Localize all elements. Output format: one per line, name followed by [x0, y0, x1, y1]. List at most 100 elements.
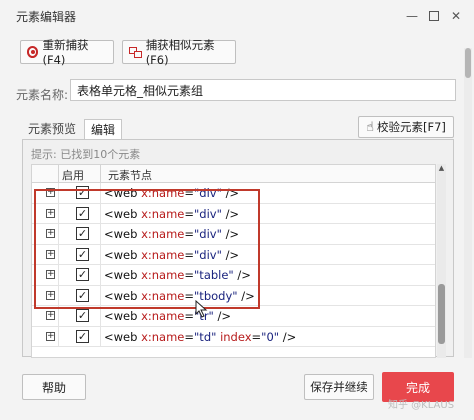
- node-tag: <web: [104, 268, 138, 282]
- expand-icon[interactable]: +: [46, 290, 55, 300]
- enable-checkbox[interactable]: ✓: [76, 288, 89, 302]
- row-separator: [58, 306, 59, 326]
- row-separator: [100, 244, 101, 264]
- save-continue-button[interactable]: 保存并继续: [304, 374, 374, 400]
- row-separator: [100, 306, 101, 326]
- title-bar: 元素编辑器 — ✕: [0, 0, 474, 32]
- tab-edit[interactable]: 编辑: [84, 119, 123, 139]
- element-node: <web x:name="tr" />: [104, 309, 232, 323]
- expand-icon[interactable]: +: [46, 249, 55, 259]
- row-separator: [58, 326, 59, 346]
- hand-pointer-icon: ☝: [366, 119, 374, 135]
- expand-icon[interactable]: +: [46, 311, 55, 320]
- table-row[interactable]: + ✓ <web x:name="div" />: [32, 183, 435, 204]
- minimize-icon[interactable]: —: [402, 6, 422, 26]
- table-row[interactable]: + ✓ <web x:name="tbody" />: [32, 285, 435, 306]
- node-value: "div": [194, 206, 222, 221]
- row-separator: [100, 285, 101, 305]
- node-tag: <web: [104, 329, 138, 344]
- table-row[interactable]: + ✓ <web x:name="div" />: [32, 224, 435, 245]
- expand-icon[interactable]: +: [46, 331, 55, 341]
- capture-similar-button[interactable]: 捕获相似元素(F6): [122, 38, 236, 67]
- table-row[interactable]: + ✓ <web x:name="div" />: [32, 203, 435, 224]
- node-value: "div": [194, 186, 222, 200]
- table-row[interactable]: + ✓ <web x:name="td" index="0" />: [32, 326, 435, 347]
- scroll-up-icon[interactable]: ▲: [437, 164, 446, 173]
- close-icon[interactable]: ✕: [446, 6, 466, 26]
- verify-element-label: 校验元素[F7]: [377, 120, 446, 134]
- node-value: "div": [194, 227, 222, 241]
- node-tag: <web: [104, 206, 138, 221]
- column-enabled[interactable]: 启用: [62, 167, 84, 183]
- node-tag: <web: [104, 288, 138, 303]
- enable-checkbox[interactable]: ✓: [76, 227, 89, 240]
- expand-icon[interactable]: +: [46, 270, 55, 279]
- mouse-cursor-icon: [195, 300, 208, 318]
- verify-element-button[interactable]: ☝ 校验元素[F7]: [358, 116, 454, 138]
- recapture-button[interactable]: 重新捕获(F4): [20, 38, 114, 67]
- node-close: />: [217, 309, 232, 323]
- node-tag: <web: [104, 309, 138, 323]
- expand-icon[interactable]: +: [46, 229, 55, 238]
- node-close: />: [282, 329, 297, 344]
- table-row[interactable]: + ✓ <web x:name="div" />: [32, 244, 435, 265]
- enable-checkbox[interactable]: ✓: [76, 268, 89, 281]
- enable-checkbox[interactable]: ✓: [76, 329, 89, 343]
- element-name-input[interactable]: [70, 79, 456, 101]
- row-separator: [58, 224, 59, 244]
- expand-icon[interactable]: +: [46, 208, 55, 218]
- node-tag: <web: [104, 186, 138, 200]
- row-separator: [100, 183, 101, 203]
- maximize-icon[interactable]: [424, 6, 444, 26]
- node-close: />: [241, 288, 255, 303]
- node-attr: x:name: [141, 206, 185, 221]
- scrollbar-thumb[interactable]: [438, 284, 445, 344]
- enable-checkbox[interactable]: ✓: [76, 247, 89, 261]
- watermark: 知乎 @KLAUS: [388, 400, 455, 411]
- element-name-label: 元素名称:: [16, 88, 69, 102]
- node-close: />: [225, 247, 240, 262]
- hint-text: 提示: 已找到10个元素: [31, 148, 141, 161]
- enable-checkbox[interactable]: ✓: [76, 186, 89, 199]
- table-row[interactable]: + ✓ <web x:name="tr" />: [32, 306, 435, 327]
- node-attr: x:name: [141, 309, 185, 323]
- similar-elements-icon: [129, 46, 142, 58]
- header-separator: [58, 165, 59, 183]
- node-extra-value: "0": [261, 329, 280, 344]
- element-node: <web x:name="tbody" />: [104, 288, 255, 303]
- recapture-label: 重新捕获(F4): [42, 38, 89, 67]
- node-attr: x:name: [141, 268, 185, 282]
- node-attr: x:name: [141, 288, 185, 303]
- row-separator: [100, 203, 101, 223]
- element-grid: 启用 元素节点 + ✓ <web x:name="div" /> + ✓ <web x:n…: [31, 164, 436, 358]
- node-close: />: [225, 227, 240, 241]
- expand-icon[interactable]: +: [46, 188, 55, 197]
- row-separator: [100, 224, 101, 244]
- element-node: <web x:name="div" />: [104, 206, 240, 221]
- scrollbar-thumb[interactable]: [465, 48, 471, 78]
- enable-checkbox[interactable]: ✓: [76, 309, 89, 322]
- node-close: />: [225, 186, 240, 200]
- row-separator: [58, 285, 59, 305]
- row-separator: [58, 265, 59, 285]
- node-value: "table": [194, 268, 234, 282]
- row-separator: [58, 183, 59, 203]
- node-tag: <web: [104, 227, 138, 241]
- enable-checkbox[interactable]: ✓: [76, 206, 89, 220]
- node-attr: x:name: [141, 329, 185, 344]
- node-value: "td": [194, 329, 217, 344]
- grid-scrollbar[interactable]: ▲: [437, 164, 446, 358]
- window-scrollbar[interactable]: [464, 48, 472, 358]
- tab-preview[interactable]: 元素预览: [22, 119, 82, 139]
- node-attr: x:name: [141, 227, 185, 241]
- target-icon: [27, 46, 39, 58]
- row-separator: [100, 326, 101, 346]
- node-close: />: [237, 268, 251, 282]
- grid-body: + ✓ <web x:name="div" /> + ✓ <web x:name="div…: [32, 183, 435, 347]
- table-row[interactable]: + ✓ <web x:name="table" />: [32, 265, 435, 286]
- row-separator: [58, 244, 59, 264]
- node-close: />: [225, 206, 240, 221]
- help-button[interactable]: 帮助: [22, 374, 86, 400]
- header-separator: [100, 165, 101, 183]
- column-element-node[interactable]: 元素节点: [108, 167, 152, 183]
